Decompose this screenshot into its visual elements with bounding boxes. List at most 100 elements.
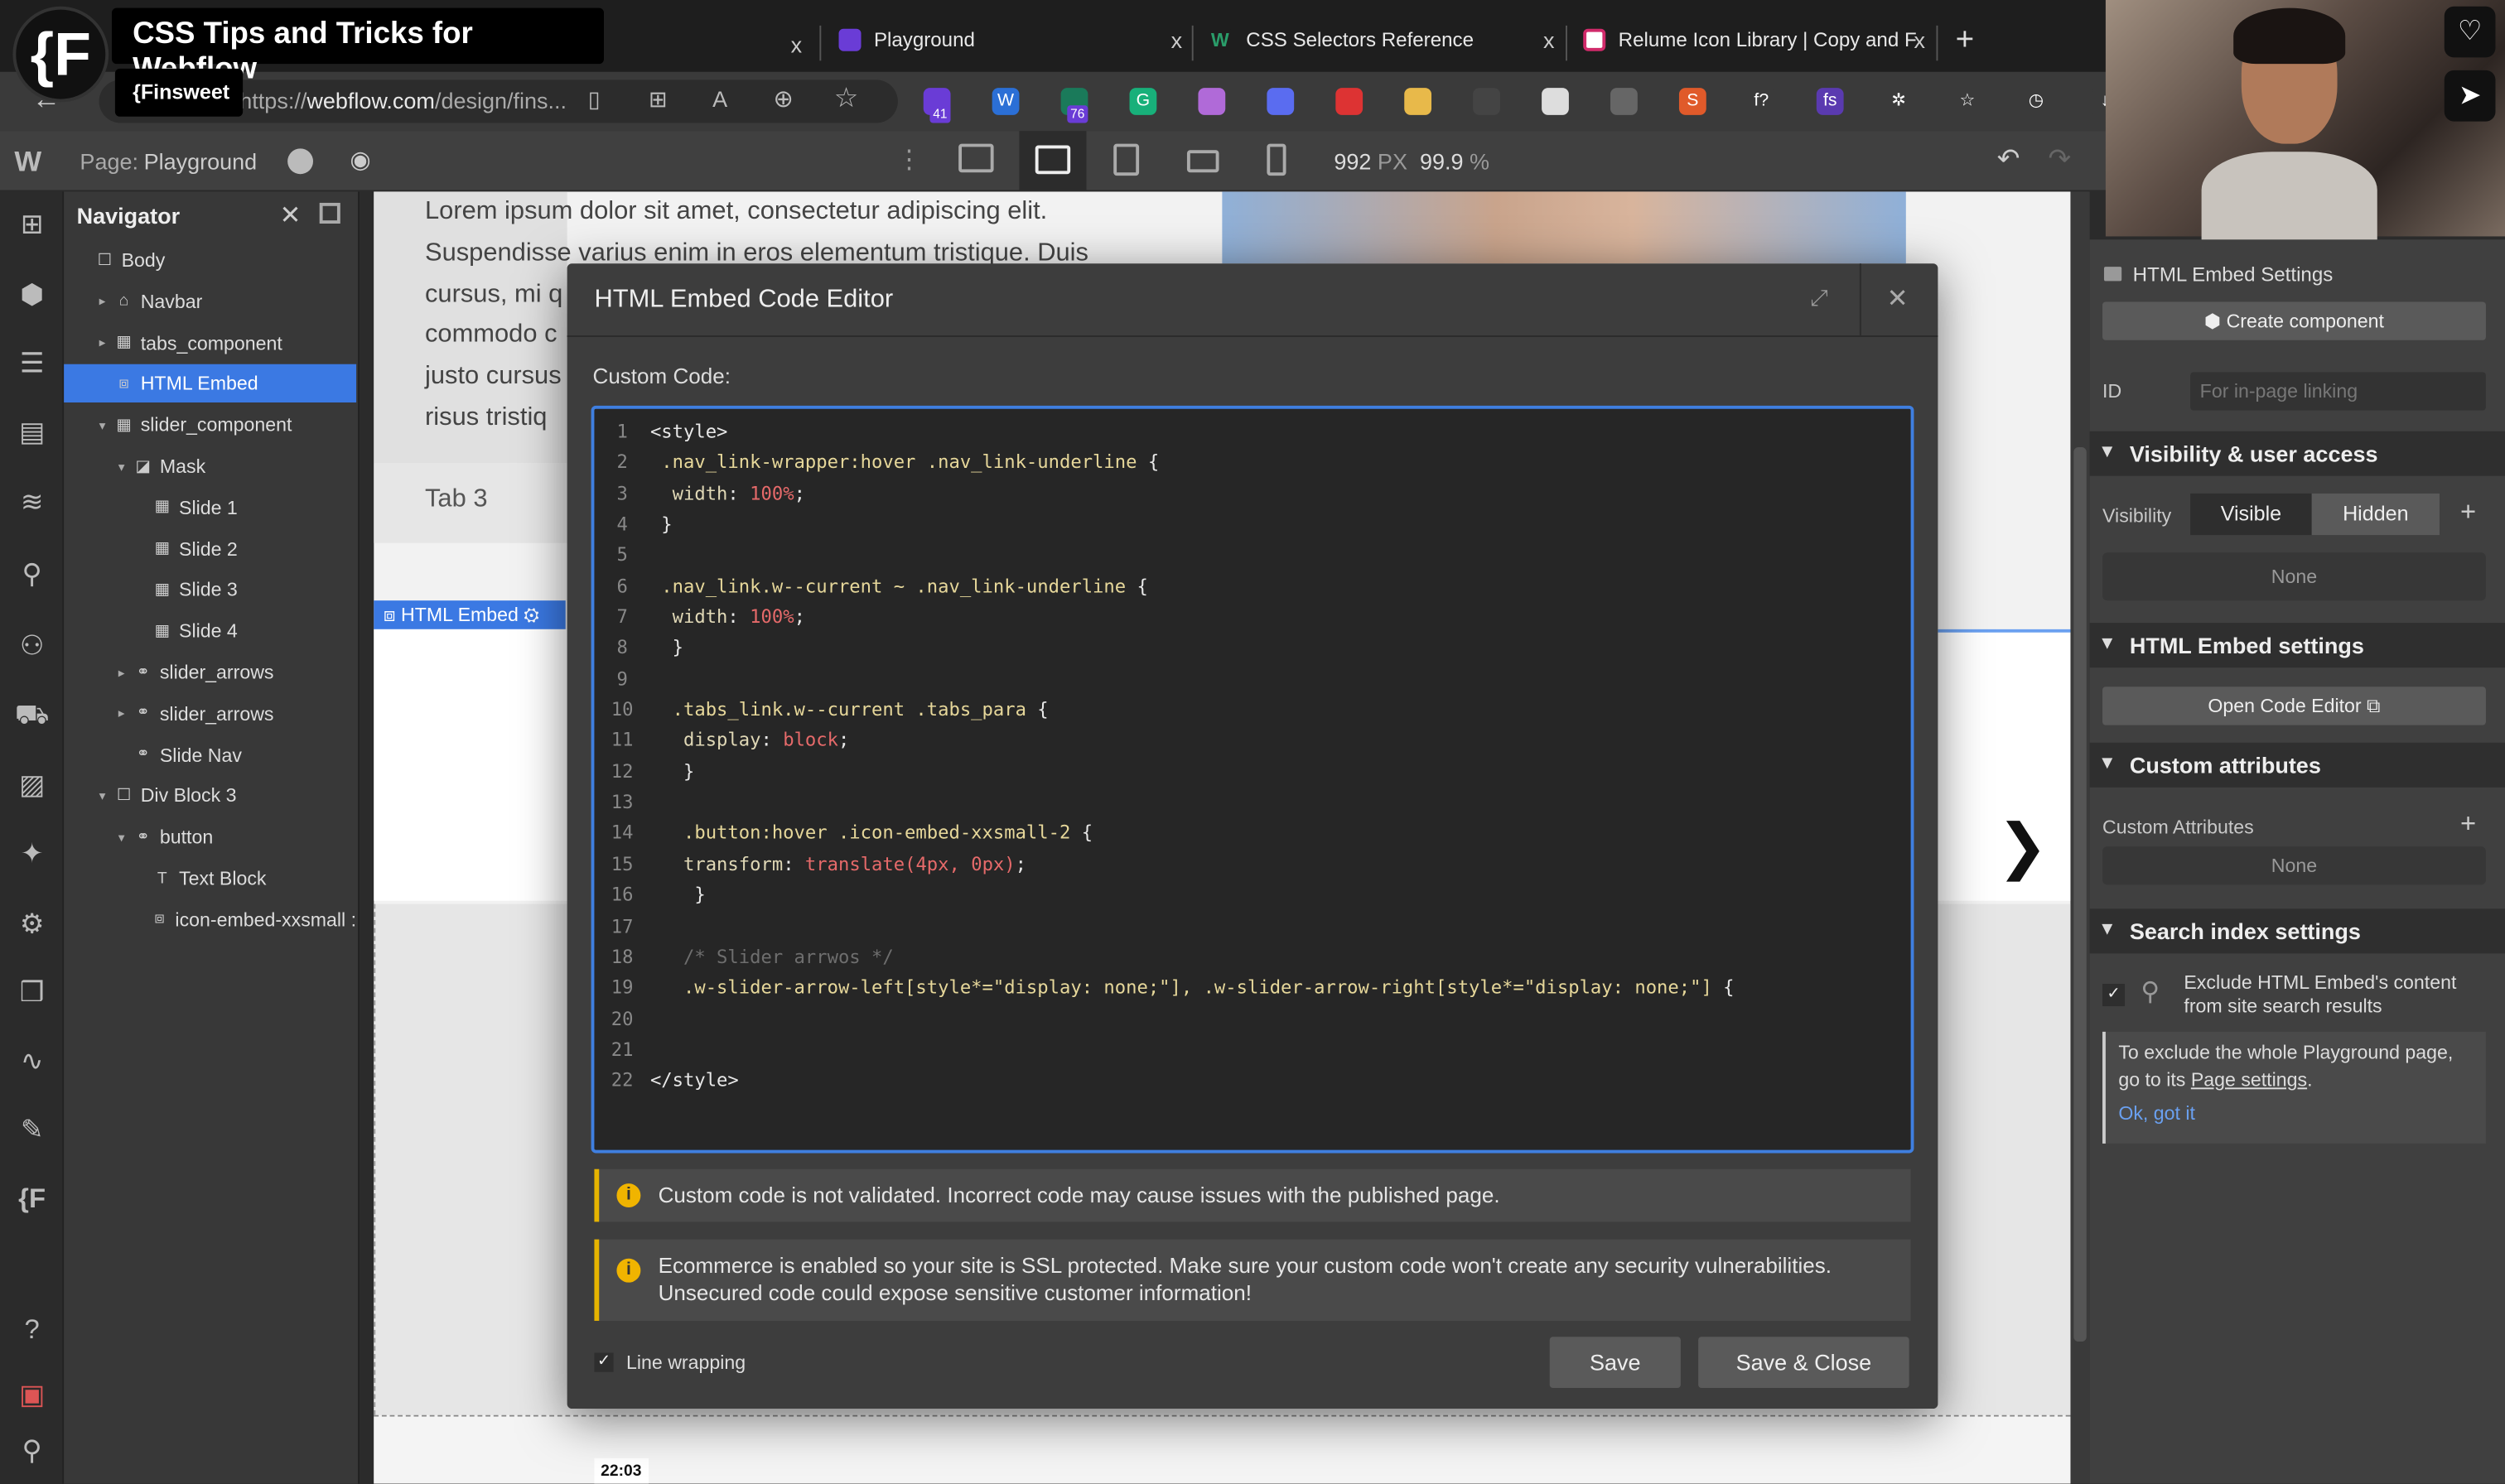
create-component-button[interactable]: ⬢ Create component [2102,301,2486,340]
webflow-logo-icon[interactable]: W [14,146,41,180]
history-icon[interactable]: ◷ [2022,88,2050,115]
desktop-large-breakpoint-icon[interactable] [958,143,994,173]
search-index-section-header[interactable]: Search index settings [2089,908,2505,954]
code-line[interactable]: 19 .w-slider-arrow-left[style*="display:… [594,973,1910,1004]
page-settings-link[interactable]: Page settings [2191,1068,2307,1091]
code-line[interactable]: 11 display: block; [594,725,1910,756]
redo-icon[interactable]: ↷ [2048,144,2070,176]
dock-panel-icon[interactable] [319,202,340,224]
zoom-icon[interactable]: ⊕ [773,84,793,113]
help-icon[interactable]: ? [12,1311,51,1349]
navigator-item[interactable]: ▦ Slide 2 [64,530,356,568]
favorite-star-icon[interactable]: ☆ [834,83,858,115]
close-icon[interactable]: ✕ [280,200,302,232]
visibility-section-header[interactable]: Visibility & user access [2089,431,2505,476]
navigator-item[interactable]: ▦ Slide 3 [64,571,356,609]
tab-close-button[interactable]: x [791,32,803,58]
grammarly-icon[interactable]: G [1129,88,1157,115]
split-screen-icon[interactable]: ⊞ [649,86,668,113]
ext-f-icon[interactable]: f? [1747,88,1775,115]
navigator-item[interactable]: ▾ ☐ Div Block 3 [64,777,356,815]
ok-got-it-link[interactable]: Ok, got it [2118,1102,2195,1125]
canvas-scrollbar[interactable] [2070,191,2090,1484]
slider-next-arrow[interactable]: ❯ [1997,812,2048,884]
add-visibility-icon[interactable]: + [2460,497,2476,529]
embed-settings-section-header[interactable]: HTML Embed settings [2089,623,2505,668]
ext-dotted-icon[interactable] [1473,88,1500,115]
ext-seo-icon[interactable]: S [1678,88,1706,115]
tab-relume[interactable]: Relume Icon Library | Copy and Fx [1583,16,1925,64]
logic-icon[interactable]: ⚲ [12,556,51,594]
search-icon[interactable]: ⚲ [12,1433,51,1471]
navigator-item[interactable]: ▸ ⌂ Navbar [64,282,356,320]
navigator-item[interactable]: T Text Block [64,860,356,898]
navigator-item[interactable]: ▸ ⚭ slider_arrows [64,695,356,733]
brush-icon[interactable]: ✎ [12,1111,51,1149]
visibility-visible-option[interactable]: Visible [2190,493,2312,536]
tab-close-button[interactable]: x [1914,27,1925,53]
pages-icon[interactable]: ▤ [12,414,51,452]
send-icon[interactable]: ➤ [2444,70,2496,122]
clipboard-icon[interactable]: ▯ [588,86,601,113]
heart-icon[interactable]: ♡ [2444,6,2496,58]
comments-icon[interactable] [287,148,314,175]
expand-caret-icon[interactable]: ▸ [99,335,113,349]
ext-blue-star-icon[interactable] [1267,88,1295,115]
navigator-item[interactable]: ▸ ⚭ slider_arrows [64,653,356,691]
ext-white-icon[interactable] [1542,88,1569,115]
code-line[interactable]: 15 transform: translate(4px, 0px); [594,850,1910,880]
expand-caret-icon[interactable]: ▾ [99,789,113,803]
ext-gray-icon[interactable] [1610,88,1638,115]
ext-cube-icon[interactable] [1335,88,1364,115]
favorites-icon[interactable]: ☆ [1953,88,1981,115]
tablet-icon[interactable] [1113,143,1140,176]
word-icon[interactable]: W [992,88,1020,115]
finsweet-extension-icon[interactable]: {F [12,1180,51,1218]
users-icon[interactable]: ⚇ [12,628,51,666]
save-button[interactable]: Save [1549,1337,1681,1388]
code-line[interactable]: 20 [594,1004,1910,1034]
expand-caret-icon[interactable]: ▾ [99,418,113,432]
extensions-puzzle-icon[interactable]: ✲ [1885,88,1913,115]
code-line[interactable]: 18 /* Slider arrwos */ [594,942,1910,973]
close-icon[interactable]: ✕ [1887,282,1909,315]
id-input[interactable]: For in-page linking [2190,372,2486,411]
line-wrapping-checkbox[interactable]: ✓ [594,1352,614,1372]
navigator-item[interactable]: ⚭ Slide Nav [64,735,356,773]
code-line[interactable]: 17 [594,911,1910,942]
exclude-checkbox[interactable]: ✓ [2102,984,2126,1007]
tab-3[interactable]: Tab 3 [374,463,567,543]
desktop-breakpoint-button[interactable] [1019,131,1087,192]
code-line[interactable]: 10 .tabs_link.w--current .tabs_para { [594,695,1910,725]
read-aloud-icon[interactable]: A [712,86,727,112]
code-line[interactable]: 5 [594,541,1910,571]
navigator-item[interactable]: ⧈ icon-embed-xxsmall : [64,900,356,938]
preview-eye-icon[interactable]: ◉ [350,146,370,174]
code-line[interactable]: 22 </style> [594,1066,1910,1096]
code-line[interactable]: 7 width: 100%; [594,602,1910,633]
ecommerce-cart-icon[interactable]: ⛟ [12,696,51,735]
code-line[interactable]: 16 } [594,880,1910,911]
expand-caret-icon[interactable]: ▸ [118,665,133,679]
code-line[interactable]: 1 <style> [594,417,1910,447]
cms-database-icon[interactable]: ≋ [12,484,51,522]
add-elements-icon[interactable]: ⊞ [12,206,51,244]
page-selector[interactable]: Playground [144,148,258,174]
navigator-item[interactable]: ▾ ▦ slider_component [64,406,356,444]
tab-playground[interactable]: Playground x [838,16,1183,64]
navigator-item[interactable]: ▾ ◪ Mask [64,447,356,485]
ext-green-icon[interactable]: 76 [1060,88,1088,123]
navigator-item[interactable]: ▸ ▦ tabs_component [64,324,356,362]
code-line[interactable]: 14 .button:hover .icon-embed-xxsmall-2 { [594,818,1910,849]
tab-close-button[interactable]: x [1171,27,1183,53]
tab-close-button[interactable]: x [1543,27,1555,53]
code-editor[interactable]: 1 <style> 2 .nav_link-wrapper:hover .nav_l… [591,405,1914,1154]
apps-puzzle-icon[interactable]: ✦ [12,836,51,874]
record-stop-icon[interactable]: ▣ [12,1376,51,1414]
expand-icon[interactable]: ⤢ [1810,284,1828,311]
html-embed-element-tag[interactable]: ⧈ HTML Embed ⚙ [374,600,566,629]
ext-purple-icon[interactable]: 41 [923,88,951,123]
mobile-portrait-icon[interactable] [1267,143,1286,176]
code-line[interactable]: 13 [594,788,1910,818]
add-attribute-icon[interactable]: + [2460,808,2476,841]
